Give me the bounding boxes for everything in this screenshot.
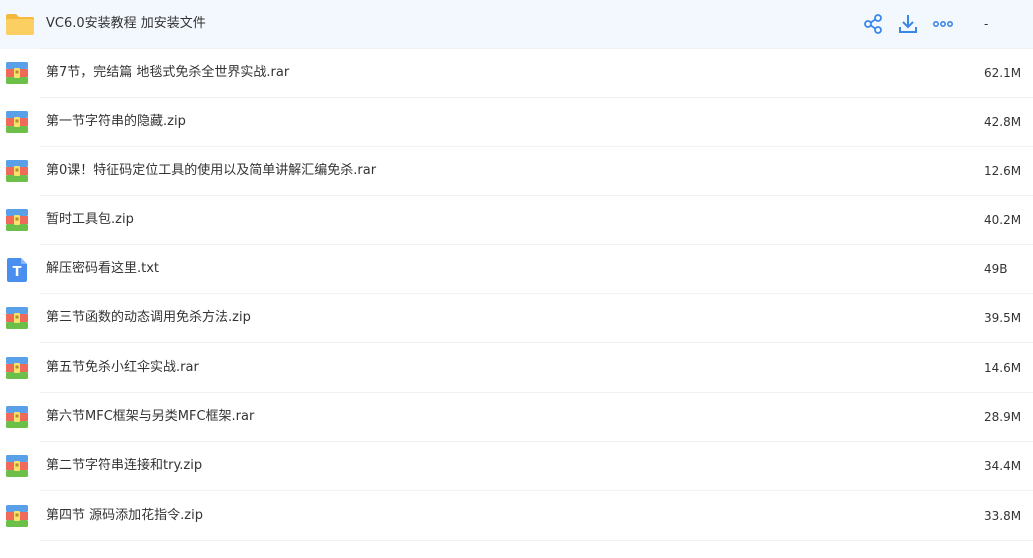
file-size: 49B <box>984 262 1008 276</box>
folder-icon <box>5 12 34 36</box>
download-icon[interactable] <box>897 13 919 35</box>
file-size: 14.6M <box>984 361 1022 375</box>
file-size: 28.9M <box>984 410 1022 424</box>
archive-icon <box>5 208 31 232</box>
file-row[interactable]: 第三节函数的动态调用免杀方法.zip 39.5M <box>0 294 1033 343</box>
file-row[interactable]: 第0课！特征码定位工具的使用以及简单讲解汇编免杀.rar 12.6M <box>0 147 1033 196</box>
more-icon[interactable] <box>932 13 954 35</box>
file-name[interactable]: 第0课！特征码定位工具的使用以及简单讲解汇编免杀.rar <box>46 162 376 180</box>
archive-icon <box>5 504 31 528</box>
file-name[interactable]: 第五节免杀小红伞实战.rar <box>46 359 199 377</box>
file-name[interactable]: 第六节MFC框架与另类MFC框架.rar <box>46 408 254 426</box>
file-row-folder[interactable]: VC6.0安装教程 加安装文件 - <box>0 0 1033 49</box>
text-file-icon: T <box>5 257 31 282</box>
archive-icon <box>5 110 31 134</box>
archive-icon <box>5 159 31 183</box>
file-row[interactable]: 第7节，完结篇 地毯式免杀全世界实战.rar 62.1M <box>0 49 1033 98</box>
file-size: 12.6M <box>984 164 1022 178</box>
file-row[interactable]: 暂时工具包.zip 40.2M <box>0 196 1033 245</box>
archive-icon <box>5 356 31 380</box>
file-size: 62.1M <box>984 66 1022 80</box>
file-row[interactable]: 第六节MFC框架与另类MFC框架.rar 28.9M <box>0 393 1033 442</box>
row-divider <box>40 490 1033 491</box>
file-row[interactable]: 第四节 源码添加花指令.zip 33.8M <box>0 492 1033 541</box>
file-name[interactable]: 解压密码看这里.txt <box>46 260 159 278</box>
row-divider <box>40 342 1033 343</box>
file-row[interactable]: 第二节字符串连接和try.zip 34.4M <box>0 442 1033 491</box>
file-size: 39.5M <box>984 311 1022 325</box>
row-divider <box>40 540 1033 541</box>
file-size: 34.4M <box>984 459 1022 473</box>
file-size: - <box>984 17 989 31</box>
archive-icon <box>5 454 31 478</box>
file-list: VC6.0安装教程 加安装文件 - 第7节，完结篇 地毯式免杀全世界实战.rar… <box>0 0 1033 558</box>
file-name[interactable]: 第7节，完结篇 地毯式免杀全世界实战.rar <box>46 64 289 82</box>
archive-icon <box>5 61 31 85</box>
file-name[interactable]: 第三节函数的动态调用免杀方法.zip <box>46 309 251 327</box>
file-row[interactable]: 第一节字符串的隐藏.zip 42.8M <box>0 98 1033 147</box>
file-size: 40.2M <box>984 213 1022 227</box>
file-name[interactable]: 暂时工具包.zip <box>46 211 134 229</box>
file-name[interactable]: 第一节字符串的隐藏.zip <box>46 113 186 131</box>
archive-icon <box>5 405 31 429</box>
file-size: 42.8M <box>984 115 1022 129</box>
svg-text:T: T <box>13 265 22 280</box>
file-name[interactable]: VC6.0安装教程 加安装文件 <box>46 15 206 33</box>
share-icon[interactable] <box>862 13 884 35</box>
archive-icon <box>5 306 31 330</box>
file-row[interactable]: 第五节免杀小红伞实战.rar 14.6M <box>0 344 1033 393</box>
file-row[interactable]: T 解压密码看这里.txt 49B <box>0 245 1033 294</box>
file-name[interactable]: 第二节字符串连接和try.zip <box>46 457 202 475</box>
file-name[interactable]: 第四节 源码添加花指令.zip <box>46 507 203 525</box>
file-size: 33.8M <box>984 509 1022 523</box>
